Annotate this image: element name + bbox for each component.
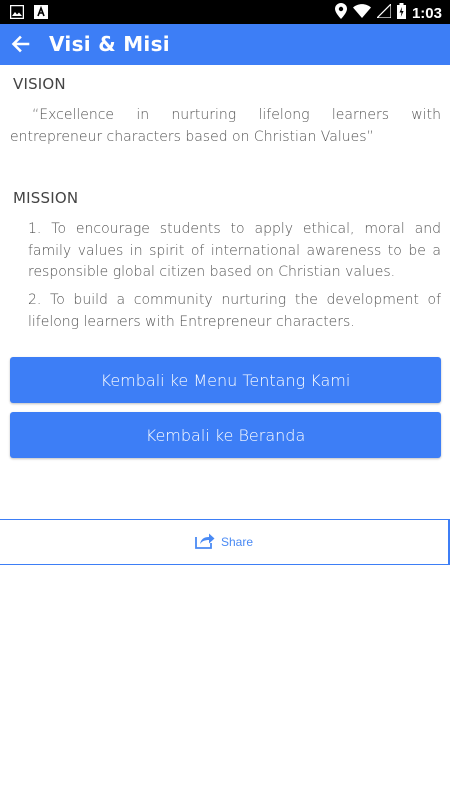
- arrow-left-icon: [6, 35, 36, 64]
- app-icon: [34, 5, 48, 23]
- wifi-icon: [352, 4, 371, 22]
- back-to-about-menu-button[interactable]: Kembali ke Menu Tentang Kami: [10, 357, 441, 403]
- signal-icon: [375, 2, 392, 22]
- vision-heading: VISION: [13, 75, 66, 93]
- back-button[interactable]: [6, 30, 36, 60]
- image-icon: [9, 4, 25, 23]
- mission-item-2: 2. To build a community nurturing the de…: [28, 292, 441, 330]
- share-label: Share: [220, 535, 254, 549]
- location-icon: [334, 3, 347, 23]
- page-title: Visi & Misi: [49, 32, 170, 56]
- back-to-home-button[interactable]: Kembali ke Beranda: [10, 412, 441, 458]
- share-icon: [195, 532, 215, 552]
- mission-heading: MISSION: [13, 189, 79, 207]
- share-button[interactable]: Share: [0, 519, 450, 565]
- app-bar: Visi & Misi: [0, 24, 450, 65]
- mission-item-1: 1. To encourage students to apply ethica…: [28, 221, 441, 280]
- status-time: 1:03: [411, 4, 442, 22]
- vision-text: “Excellence in nurturing lifelong learne…: [10, 107, 441, 145]
- status-bar: 1:03: [0, 0, 450, 24]
- battery-icon: [396, 3, 406, 23]
